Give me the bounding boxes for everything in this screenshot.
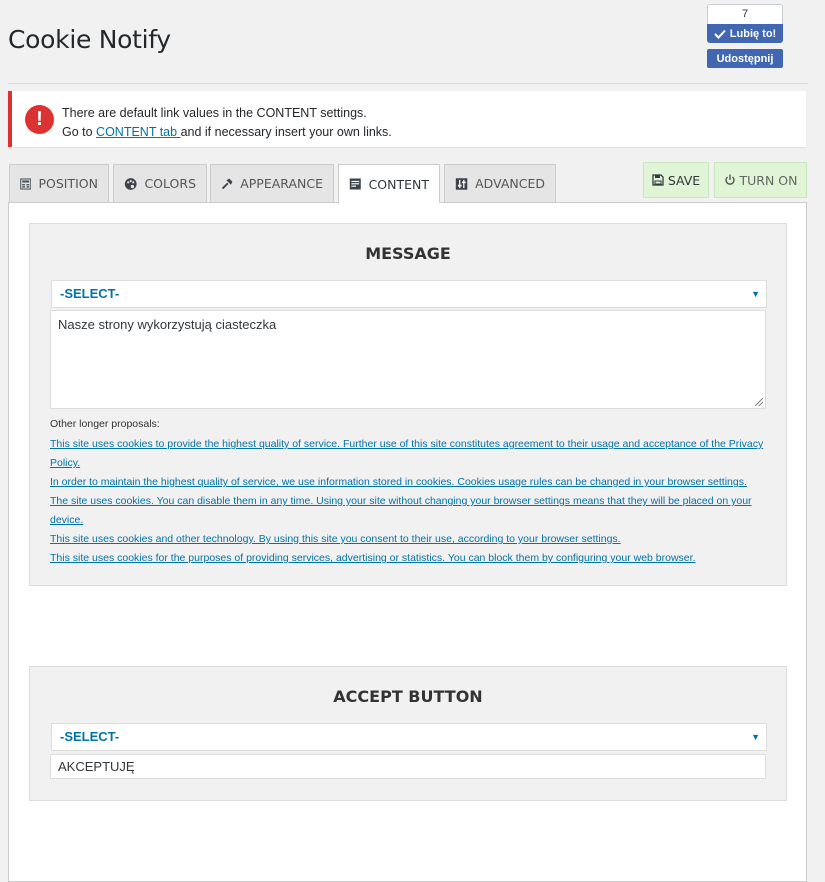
proposals-label: Other longer proposals: (50, 418, 160, 430)
tab-colors-label: COLORS (144, 176, 196, 191)
share-button[interactable]: Udostępnij (707, 49, 783, 68)
save-button[interactable]: SAVE (643, 162, 709, 198)
message-text: Nasze strony wykorzystują ciasteczka (58, 317, 277, 332)
tab-content-label: CONTENT (368, 176, 429, 192)
proposal-link[interactable]: This site uses cookies for the purposes … (50, 549, 772, 568)
accept-template-select[interactable]: -SELECT- ▼ (51, 723, 767, 751)
chevron-down-icon: ▼ (751, 289, 760, 299)
accept-button-heading: ACCEPT BUTTON (333, 687, 483, 706)
tab-appearance[interactable]: APPEARANCE (210, 164, 334, 202)
message-select-value: -SELECT- (60, 286, 120, 301)
notice-line-2-prefix: Go to (62, 125, 97, 139)
page-title: Cookie Notify (8, 25, 171, 54)
proposal-link[interactable]: The site uses cookies. You can disable t… (50, 492, 772, 530)
accept-button-text: AKCEPTUJĘ (58, 759, 135, 774)
turn-on-button-label: TURN ON (739, 172, 798, 188)
error-notice: ! There are default link values in the C… (8, 91, 806, 147)
save-button-label: SAVE (667, 172, 701, 188)
proposal-link[interactable]: This site uses cookies and other technol… (50, 530, 772, 549)
grid-icon (20, 177, 32, 190)
accept-select-value: -SELECT- (60, 729, 120, 744)
tab-position-label: POSITION (38, 176, 98, 191)
notice-text: There are default link values in the CON… (62, 104, 392, 142)
floppy-disk-icon (652, 174, 664, 186)
document-icon (349, 178, 361, 190)
header-divider (8, 83, 808, 84)
tab-advanced[interactable]: ADVANCED (444, 164, 556, 202)
accept-button-section: ACCEPT BUTTON -SELECT- ▼ AKCEPTUJĘ (29, 666, 787, 801)
proposals-list: This site uses cookies to provide the hi… (50, 435, 772, 568)
tab-position[interactable]: POSITION (9, 164, 109, 202)
like-button[interactable]: Lubię to! (707, 24, 783, 43)
checkmark-icon (714, 29, 726, 39)
sliders-icon (455, 177, 468, 190)
content-tab-link[interactable]: CONTENT tab (96, 125, 181, 139)
tab-content[interactable]: CONTENT (338, 164, 440, 203)
notice-line-1: There are default link values in the CON… (62, 106, 367, 120)
resize-handle-icon[interactable] (755, 398, 763, 406)
accept-button-text-input[interactable]: AKCEPTUJĘ (50, 754, 766, 779)
tab-advanced-label: ADVANCED (475, 176, 545, 191)
like-button-label: Lubię to! (729, 27, 777, 40)
hammer-icon (221, 178, 233, 189)
notice-line-2: Go to CONTENT tab and if necessary inser… (62, 123, 392, 142)
content-tab-panel: MESSAGE -SELECT- ▼ Nasze strony wykorzys… (8, 202, 807, 882)
tab-colors[interactable]: COLORS (113, 164, 207, 202)
message-heading: MESSAGE (365, 244, 451, 263)
message-textarea[interactable]: Nasze strony wykorzystują ciasteczka (50, 310, 766, 409)
message-template-select[interactable]: -SELECT- ▼ (51, 280, 767, 308)
tab-appearance-label: APPEARANCE (240, 176, 323, 191)
exclamation-icon: ! (25, 105, 54, 134)
message-section: MESSAGE -SELECT- ▼ Nasze strony wykorzys… (29, 223, 787, 586)
chevron-down-icon: ▼ (751, 732, 760, 742)
proposal-link[interactable]: In order to maintain the highest quality… (50, 473, 772, 492)
facebook-like-widget: 7 Lubię to! Udostępnij (707, 4, 783, 68)
proposal-link[interactable]: This site uses cookies to provide the hi… (50, 435, 772, 473)
notice-line-2-suffix: and if necessary insert your own links. (180, 125, 392, 139)
palette-icon (124, 177, 137, 190)
turn-on-button[interactable]: TURN ON (714, 162, 807, 198)
power-icon (724, 174, 735, 185)
like-count: 7 (707, 4, 783, 24)
